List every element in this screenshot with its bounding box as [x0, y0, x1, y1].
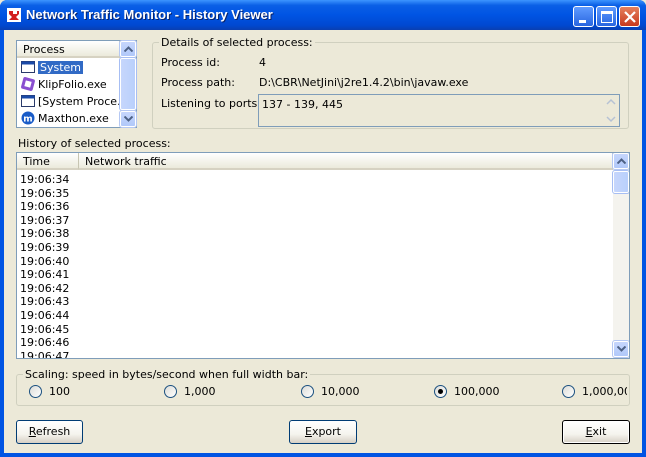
chevron-up-icon: [124, 46, 133, 52]
history-row-time[interactable]: 19:06:40: [20, 255, 69, 268]
scaling-options: 100 1,000 10,000 100,000 1,000,000: [29, 385, 627, 399]
process-item-klipfolio[interactable]: KlipFolio.exe: [19, 76, 122, 93]
history-row-time[interactable]: 19:06:37: [20, 214, 69, 227]
process-path-value: D:\CBR\NetJini\j2re1.4.2\bin\javaw.exe: [259, 76, 469, 89]
client-area: Process System KlipFolio.exe [System Pro…: [4, 30, 642, 453]
scaling-radio-option[interactable]: 10,000: [301, 385, 360, 399]
scaling-radio-option[interactable]: 100: [29, 385, 70, 399]
process-item-label: KlipFolio.exe: [38, 78, 107, 91]
scaling-radio-label: 1,000: [184, 385, 216, 398]
history-row-time[interactable]: 19:06:47: [20, 350, 69, 358]
app-icon: [7, 8, 21, 22]
process-item-label: Maxthon.exe: [38, 112, 109, 125]
scroll-thumb[interactable]: [119, 57, 137, 111]
scroll-down-button[interactable]: [119, 110, 137, 128]
scaling-radio-label: 100: [49, 385, 70, 398]
scroll-up-button[interactable]: [612, 153, 629, 170]
history-row-time[interactable]: 19:06:41: [20, 268, 69, 281]
history-row-time[interactable]: 19:06:43: [20, 295, 69, 308]
history-row-time[interactable]: 19:06:38: [20, 227, 69, 240]
ports-label: Listening to ports:: [161, 97, 261, 110]
history-row-time[interactable]: 19:06:34: [20, 173, 69, 186]
scaling-radio-label: 100,000: [454, 385, 500, 398]
process-id-label: Process id:: [161, 56, 220, 69]
history-row-time[interactable]: 19:06:44: [20, 309, 69, 322]
close-button[interactable]: [619, 6, 640, 27]
scroll-thumb[interactable]: [612, 170, 629, 194]
scroll-up-button[interactable]: [119, 40, 137, 58]
minimize-icon: [579, 20, 586, 23]
svg-text:m: m: [23, 115, 32, 125]
scaling-group-label: Scaling: speed in bytes/second when full…: [23, 368, 311, 381]
klipfolio-icon: [21, 77, 35, 91]
ports-value: 137 - 139, 445: [262, 98, 343, 111]
process-item-system[interactable]: System: [19, 59, 122, 76]
scaling-radio-label: 10,000: [321, 385, 360, 398]
exit-button[interactable]: Exit: [562, 420, 630, 444]
details-group-label: Details of selected process:: [159, 36, 315, 49]
process-item-maxthon[interactable]: m Maxthon.exe: [19, 110, 122, 127]
radio-circle[interactable]: [301, 385, 314, 398]
process-id-value: 4: [259, 56, 266, 69]
process-list[interactable]: Process System KlipFolio.exe [System Pro…: [16, 40, 137, 128]
process-column-header[interactable]: Process: [17, 41, 120, 58]
process-item-label: System: [38, 61, 84, 74]
radio-selected-dot: [438, 389, 443, 394]
process-list-scrollbar[interactable]: [119, 40, 137, 128]
history-scrollbar[interactable]: [612, 153, 629, 358]
history-row-time[interactable]: 19:06:45: [20, 323, 69, 336]
title-bar[interactable]: Network Traffic Monitor - History Viewer: [0, 0, 646, 30]
history-row-time[interactable]: 19:06:42: [20, 282, 69, 295]
radio-circle[interactable]: [29, 385, 42, 398]
close-icon: [624, 11, 636, 23]
chevron-up-icon: [617, 158, 626, 164]
time-column-header[interactable]: Time: [17, 153, 79, 170]
ports-scrollbar[interactable]: [604, 96, 618, 125]
scaling-radio-option[interactable]: 1,000: [164, 385, 216, 399]
export-button[interactable]: Export: [289, 420, 357, 444]
refresh-button[interactable]: Refresh: [16, 420, 83, 444]
maxthon-icon: m: [21, 111, 35, 125]
process-item-system-process[interactable]: [System Proce...: [19, 93, 122, 110]
traffic-column-header[interactable]: Network traffic: [79, 153, 613, 170]
window-title: Network Traffic Monitor - History Viewer: [26, 7, 273, 22]
history-row-time[interactable]: 19:06:39: [20, 241, 69, 254]
maximize-icon: [601, 11, 613, 23]
app-window: Network Traffic Monitor - History Viewer…: [0, 0, 646, 457]
process-item-label: [System Proce...: [38, 95, 122, 108]
window-icon: [21, 95, 35, 107]
history-row-time[interactable]: 19:06:35: [20, 187, 69, 200]
details-group: Details of selected process: Process id:…: [152, 36, 629, 129]
scaling-radio-option[interactable]: 1,000,000: [562, 385, 627, 399]
chevron-down-icon: [617, 346, 626, 352]
maximize-button[interactable]: [596, 6, 617, 27]
scaling-radio-option[interactable]: 100,000: [434, 385, 500, 399]
history-row-time[interactable]: 19:06:46: [20, 336, 69, 349]
process-path-label: Process path:: [161, 76, 235, 89]
scaling-group: Scaling: speed in bytes/second when full…: [16, 368, 630, 406]
radio-circle[interactable]: [164, 385, 177, 398]
history-list[interactable]: Time Network traffic 19:06:34 19:06:35 19:…: [16, 152, 630, 359]
window-icon: [21, 61, 35, 73]
history-row-time[interactable]: 19:06:36: [20, 200, 69, 213]
radio-circle[interactable]: [434, 385, 447, 398]
ports-scroll-arrows-icon: [606, 98, 616, 123]
history-label: History of selected process:: [18, 137, 171, 150]
minimize-button[interactable]: [573, 6, 594, 27]
chevron-down-icon: [124, 116, 133, 122]
radio-circle[interactable]: [562, 385, 575, 398]
scroll-down-button[interactable]: [612, 340, 629, 358]
ports-textarea[interactable]: 137 - 139, 445: [258, 94, 620, 127]
scaling-radio-label: 1,000,000: [582, 385, 627, 398]
